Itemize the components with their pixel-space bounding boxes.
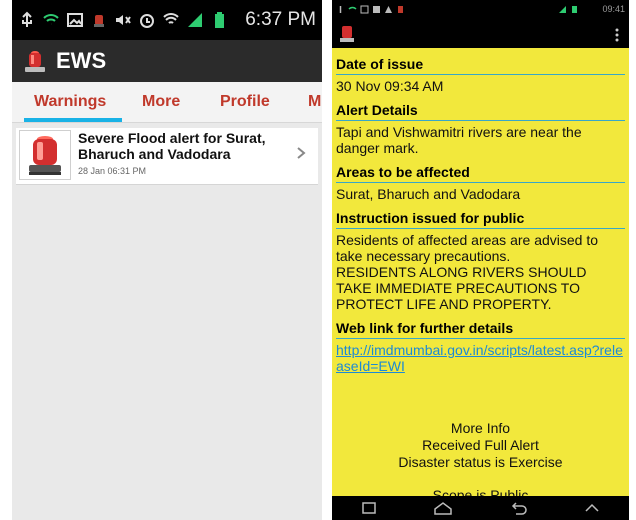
alert-time: 28 Jan 06:31 PM xyxy=(78,166,147,176)
section-heading: Areas to be affected xyxy=(336,164,625,183)
battery-icon xyxy=(215,12,224,28)
notification-icon xyxy=(373,5,380,13)
siren-logo-icon xyxy=(340,26,354,42)
wifi-icon xyxy=(348,6,357,10)
status-time: 6:37 PM xyxy=(245,9,316,30)
chevron-up-icon[interactable] xyxy=(582,501,602,515)
cell-signal-icon xyxy=(559,5,566,13)
tab-bar: Warnings More Profile M xyxy=(12,82,322,123)
overflow-menu-icon[interactable] xyxy=(615,28,619,42)
siren-icon xyxy=(94,15,104,27)
siren-logo-icon xyxy=(25,51,45,72)
app-title: EWS xyxy=(56,48,107,73)
right-phone-screen: 09:41 Date of issue 30 Nov 09:34 AM Aler… xyxy=(332,0,629,520)
home-icon[interactable] xyxy=(433,501,453,515)
more-info-link[interactable]: More Info xyxy=(336,420,625,437)
instruction-value: Residents of affected areas are advised … xyxy=(336,232,599,312)
tab-profile[interactable]: Profile xyxy=(220,93,270,111)
tab-warnings[interactable]: Warnings xyxy=(34,93,106,111)
alarm-icon xyxy=(140,14,154,28)
wifi-signal-icon xyxy=(163,13,179,24)
scope-status: Scope is Public xyxy=(432,487,529,496)
section-heading: Alert Details xyxy=(336,102,625,121)
alert-list-item[interactable]: Severe Flood alert for Surat, Bharuch an… xyxy=(16,128,318,185)
recent-apps-icon[interactable] xyxy=(359,501,379,515)
action-bar xyxy=(332,18,629,48)
tab-m[interactable]: M xyxy=(308,93,321,111)
status-time: 09:41 xyxy=(602,4,625,14)
received-status: Received Full Alert xyxy=(422,437,539,453)
back-icon[interactable] xyxy=(508,501,528,515)
alert-footer: More Info Received Full Alert Disaster s… xyxy=(336,420,625,496)
navigation-bar xyxy=(332,496,629,520)
action-bar: EWS xyxy=(12,40,322,82)
image-icon xyxy=(67,13,83,27)
chevron-right-icon xyxy=(297,147,306,159)
active-tab-indicator xyxy=(24,118,122,122)
usb-icon xyxy=(339,5,342,13)
section-heading: Instruction issued for public xyxy=(336,210,625,229)
disaster-status: Disaster status is Exercise xyxy=(398,454,563,470)
image-icon xyxy=(360,5,369,13)
alert-thumbnail xyxy=(19,130,71,180)
mute-icon xyxy=(116,15,131,25)
warning-icon xyxy=(385,5,392,13)
section-heading: Date of issue xyxy=(336,56,625,75)
tab-more[interactable]: More xyxy=(142,93,180,111)
cell-signal-icon xyxy=(188,13,202,27)
section-heading: Web link for further details xyxy=(336,320,625,339)
wifi-icon xyxy=(43,14,59,25)
siren-icon xyxy=(29,136,61,175)
areas-affected-value: Surat, Bharuch and Vadodara xyxy=(336,186,521,202)
status-bar: 09:41 xyxy=(332,0,629,18)
date-of-issue-value: 30 Nov 09:34 AM xyxy=(336,78,444,94)
alert-title: Severe Flood alert for Surat, Bharuch an… xyxy=(78,130,266,162)
alert-details-value: Tapi and Vishwamitri rivers are near the… xyxy=(336,124,582,156)
status-bar: 6:37 PM xyxy=(12,0,322,40)
web-link[interactable]: http://imdmumbai.gov.in/scripts/latest.a… xyxy=(336,342,625,374)
battery-icon xyxy=(572,5,577,13)
alert-detail-content: Date of issue 30 Nov 09:34 AM Alert Deta… xyxy=(332,48,629,496)
left-phone-screen: 6:37 PM EWS Warnings More Profile M Seve… xyxy=(12,0,322,520)
usb-icon xyxy=(22,11,32,27)
siren-icon xyxy=(398,5,403,13)
